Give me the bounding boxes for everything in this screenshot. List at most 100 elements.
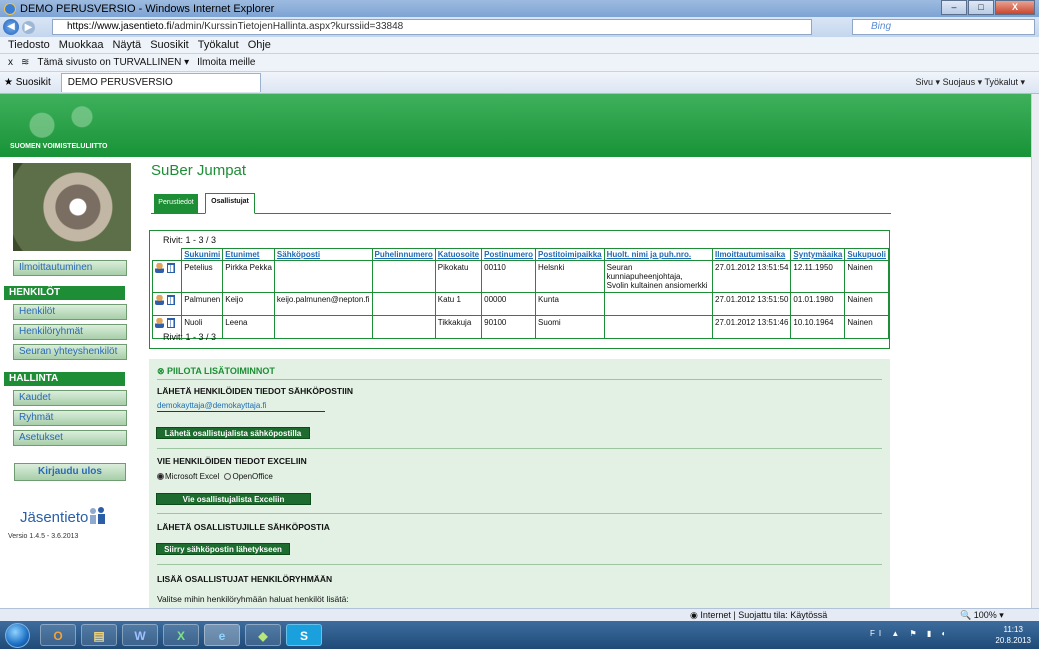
group-section-text: Valitse mihin henkilöryhmään haluat henk… (157, 594, 349, 604)
version-text: Versio 1.4.5 - 3.6.2013 (8, 533, 79, 540)
radio-excel[interactable] (157, 473, 164, 480)
rows-info-bottom: Rivit: 1 - 3 / 3 (163, 332, 217, 342)
hide-extra-actions-link[interactable]: ⊗ PIILOTA LISÄTOIMINNOT (157, 366, 275, 377)
sidebar-item-ilmoittautuminen[interactable]: Ilmoittautuminen (13, 260, 127, 276)
edit-person-icon[interactable] (155, 263, 164, 273)
cell-etunimet: Keijo (222, 292, 275, 316)
table-row: Petelius Pirkka Pekka Pikokatu 00110 Hel… (151, 260, 889, 293)
start-button[interactable] (5, 623, 30, 648)
taskbar-clock[interactable]: 11:13 20.8.2013 (995, 624, 1031, 646)
sidebar-item-seuran-yhteyshenkilot[interactable]: Seuran yhteyshenkilöt (13, 344, 127, 360)
hide-extra-actions-label: PIILOTA LISÄTOIMINNOT (167, 366, 275, 376)
wifi-icon: ≋ (21, 57, 30, 68)
back-icon[interactable]: ◀ (3, 19, 19, 35)
tab-osallistujat[interactable]: Osallistujat (205, 193, 255, 214)
sidebar-item-henkilot[interactable]: Henkilöt (13, 304, 127, 320)
header-syntymaaika[interactable]: Syntymäaika (790, 248, 846, 261)
divider (157, 513, 882, 514)
delete-icon[interactable] (167, 318, 175, 328)
system-tray[interactable]: FI ▲ ⚑ ▮ ◐ (870, 629, 950, 638)
participants-table-box: Rivit: 1 - 3 / 3 Sukunimi Etunimet Sähkö… (149, 230, 890, 349)
group-section-heading: LISÄÄ OSALLISTUJAT HENKILÖRYHMÄÄN (157, 574, 333, 584)
menu-tools[interactable]: Työkalut (198, 39, 239, 51)
menu-help[interactable]: Ohje (248, 39, 271, 51)
sidebar-item-kaudet[interactable]: Kaudet (13, 390, 127, 406)
export-excel-button[interactable]: Vie osallistujalista Exceliin (156, 493, 311, 505)
radio-openoffice-label: OpenOffice (232, 472, 273, 481)
edit-person-icon[interactable] (155, 318, 164, 328)
url-path: /admin/KurssinTietojenHallinta.aspx?kurs… (171, 21, 404, 32)
zoom-control[interactable]: 🔍 100% ▾ (960, 610, 1004, 621)
header-postitoimipaikka[interactable]: Postitoimipaikka (535, 248, 605, 261)
menu-favorites[interactable]: Suosikit (150, 39, 189, 51)
favorites-label: Suosikit (15, 77, 51, 88)
sidebar-item-asetukset[interactable]: Asetukset (13, 430, 127, 446)
tab-perustiedot[interactable]: Perustiedot (154, 194, 198, 213)
delete-icon[interactable] (167, 263, 175, 273)
table-header-row: Sukunimi Etunimet Sähköposti Puhelinnume… (153, 248, 889, 261)
header-ilmoittautumisaika[interactable]: Ilmoittautumisaika (711, 248, 792, 261)
go-to-email-button[interactable]: Siirry sähköpostin lähetykseen (156, 543, 290, 555)
email-field[interactable]: demokayttaja@demokayttaja.fi (157, 401, 325, 412)
edit-person-icon[interactable] (155, 295, 164, 305)
security-zone-status: ◉ Internet | Suojattu tila: Käytössä (690, 610, 828, 620)
menu-file[interactable]: Tiedosto (8, 39, 50, 51)
app-taskbar-icon[interactable]: ◆ (245, 624, 281, 646)
ie-icon (4, 2, 16, 15)
header-sukupuoli[interactable]: Sukupuoli (844, 248, 889, 261)
vertical-scrollbar[interactable] (1031, 94, 1039, 608)
browser-tab[interactable]: DEMO PERUSVERSIO (60, 73, 261, 92)
command-bar-tools[interactable]: Sivu ▾ Suojaus ▾ Työkalut ▾ (916, 77, 1025, 88)
menu-view[interactable]: Näytä (112, 39, 141, 51)
cell-syntymaaika: 01.01.1980 (790, 292, 846, 316)
address-bar: ◀ ▶ https://www.jasentieto.fi/admin/Kurs… (0, 17, 1039, 37)
header-puhelinnumero[interactable]: Puhelinnumero (371, 248, 436, 261)
sidebar: Ilmoittautuminen HENKILÖT Henkilöt Henki… (0, 157, 140, 608)
header-etunimet[interactable]: Etunimet (222, 248, 275, 261)
header-huoltaja[interactable]: Huolt. nimi ja puh.nro. (603, 248, 714, 261)
send-list-email-button[interactable]: Lähetä osallistujalista sähköpostilla (156, 427, 310, 439)
extra-actions-panel: ⊗ PIILOTA LISÄTOIMINNOT LÄHETÄ HENKILÖID… (149, 359, 890, 608)
header-postinumero[interactable]: Postinumero (481, 248, 537, 261)
excel-taskbar-icon[interactable]: X (163, 624, 199, 646)
row-actions (151, 260, 183, 293)
close-toolbar-icon[interactable]: x (8, 57, 13, 68)
header-sukunimi[interactable]: Sukunimi (181, 248, 224, 261)
outlook-taskbar-icon[interactable]: O (40, 624, 76, 646)
delete-icon[interactable] (167, 295, 175, 305)
word-taskbar-icon[interactable]: W (122, 624, 158, 646)
radio-excel-label: Microsoft Excel (165, 472, 220, 481)
header-katuosoite[interactable]: Katuosoite (434, 248, 483, 261)
favorites-button[interactable]: ★ Suosikit (4, 77, 51, 88)
mail-section-heading: LÄHETÄ OSALLISTUJILLE SÄHKÖPOSTIA (157, 522, 330, 532)
clock-date: 20.8.2013 (995, 636, 1031, 645)
report-link[interactable]: Ilmoita meille (197, 57, 255, 68)
cell-sukupuoli: Nainen (844, 292, 889, 316)
cell-syntymaaika: 10.10.1964 (790, 315, 846, 339)
cell-syntymaaika: 12.11.1950 (790, 260, 846, 293)
header-sahkoposti[interactable]: Sähköposti (273, 248, 373, 261)
people-logo-icon (90, 507, 105, 524)
radio-openoffice[interactable] (224, 473, 232, 480)
cell-postitoimipaikka: Suomi (535, 315, 605, 339)
safe-site-button[interactable]: Tämä sivusto on TURVALLINEN ▾ (37, 57, 189, 68)
forward-icon[interactable]: ▶ (22, 20, 35, 34)
ie-taskbar-icon[interactable]: e (204, 624, 240, 646)
maximize-button[interactable]: □ (968, 0, 994, 15)
cell-sahkoposti (273, 260, 373, 293)
skype-taskbar-icon[interactable]: S (286, 624, 322, 646)
search-input[interactable]: Bing (852, 19, 1035, 35)
cell-katuosoite: Tikkakuja (434, 315, 483, 339)
url-input[interactable]: https://www.jasentieto.fi/admin/KurssinT… (52, 19, 812, 35)
explorer-taskbar-icon[interactable]: ▤ (81, 624, 117, 646)
menu-edit[interactable]: Muokkaa (59, 39, 104, 51)
close-button[interactable]: X (995, 0, 1035, 15)
logout-button[interactable]: Kirjaudu ulos (14, 463, 126, 481)
clock-time: 11:13 (1003, 625, 1023, 634)
tab-strip: Perustiedot Osallistujat (151, 189, 891, 214)
minimize-button[interactable]: – (941, 0, 967, 15)
sidebar-item-ryhmat[interactable]: Ryhmät (13, 410, 127, 426)
cell-postitoimipaikka: Helsnki (535, 260, 605, 293)
taskbar: O ▤ W X e ◆ S FI ▲ ⚑ ▮ ◐ 11:13 20.8.2013 (0, 621, 1039, 649)
sidebar-item-henkiloryhmat[interactable]: Henkilöryhmät (13, 324, 127, 340)
